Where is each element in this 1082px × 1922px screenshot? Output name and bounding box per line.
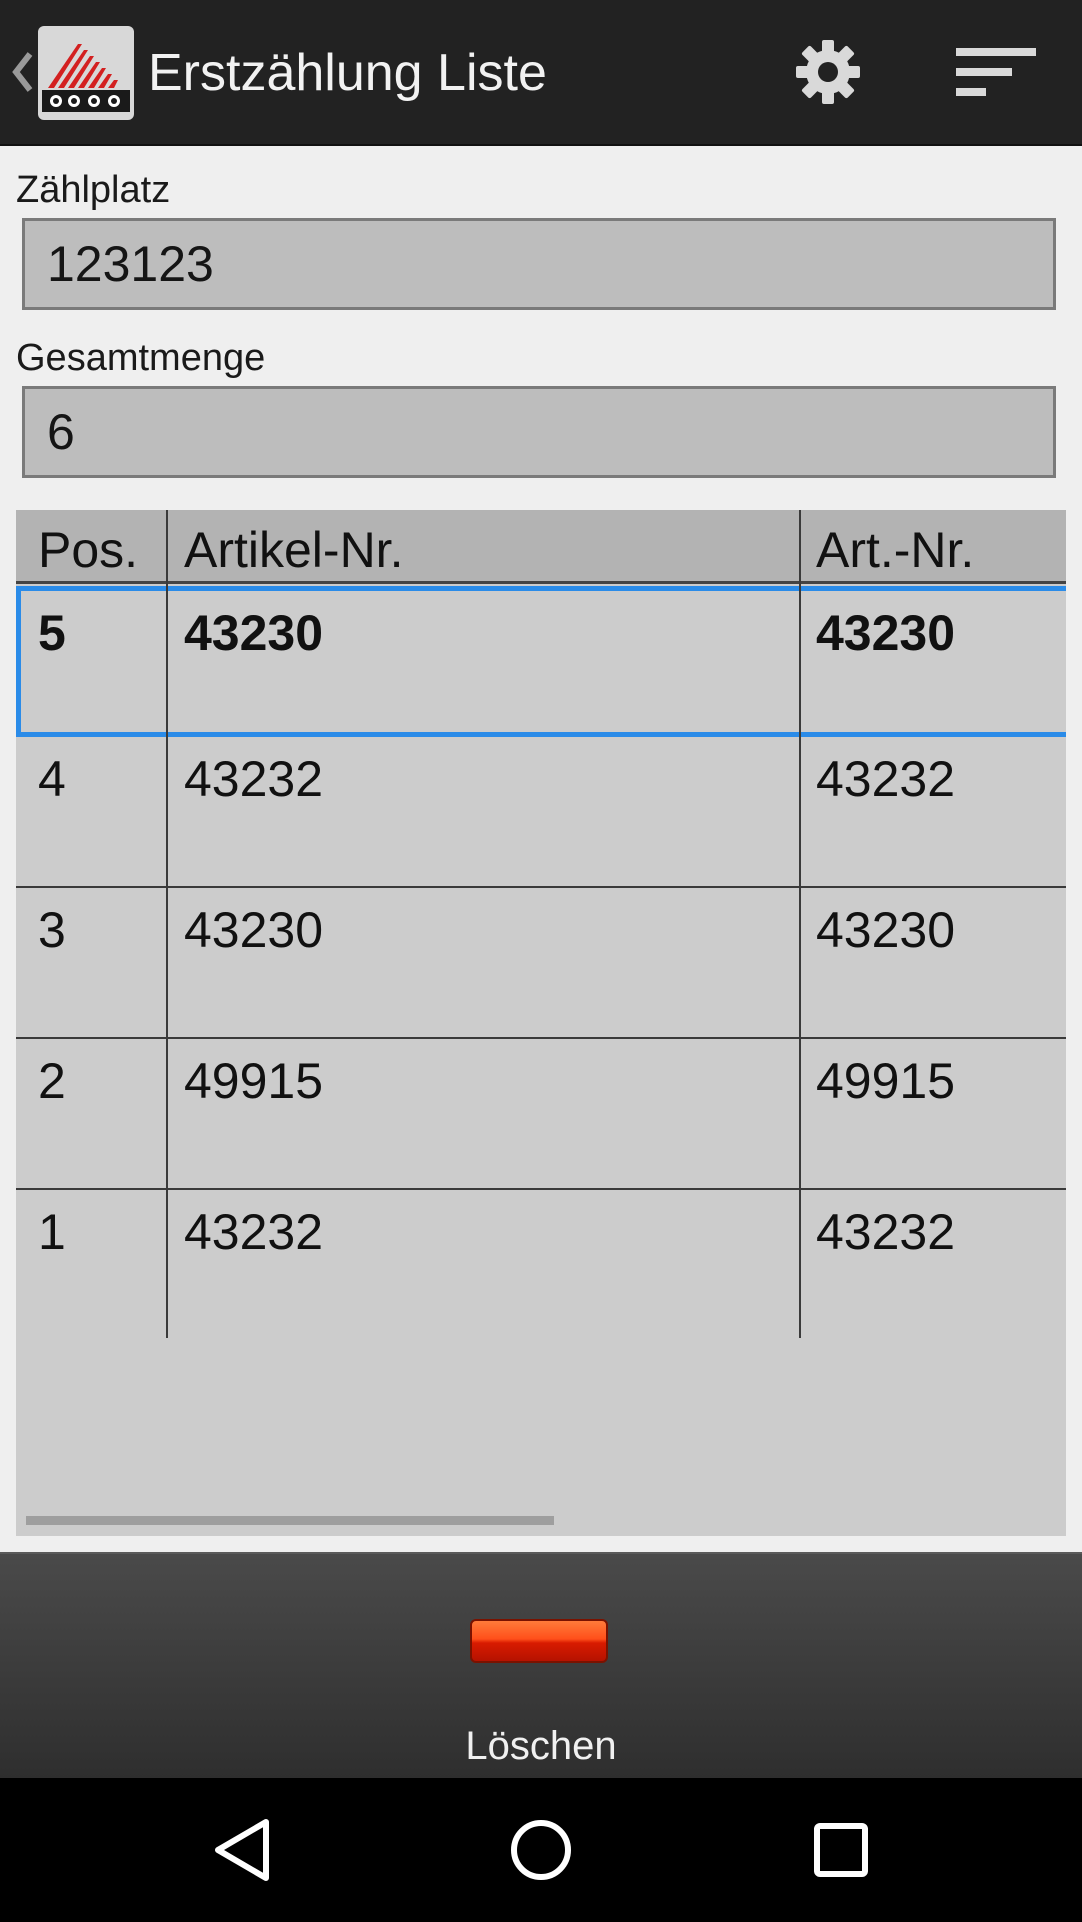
nav-recents-icon[interactable] (805, 1814, 877, 1886)
cell-artikel-nr: 43230 (184, 902, 324, 958)
table-header: Pos. Artikel-Nr. Art.-Nr. (16, 510, 1066, 584)
minus-bar-icon[interactable] (470, 1619, 608, 1663)
column-header-artikel-nr[interactable]: Artikel-Nr. (184, 510, 403, 584)
column-header-art-nr[interactable]: Art.-Nr. (816, 510, 974, 584)
table-row[interactable]: 4 43232 43232 (16, 737, 1066, 888)
cell-pos: 2 (38, 1053, 66, 1109)
nav-home-icon[interactable] (505, 1814, 577, 1886)
table-row[interactable]: 1 43232 43232 (16, 1190, 1066, 1341)
nav-back-icon[interactable] (206, 1814, 278, 1886)
delete-button-label[interactable]: Löschen (0, 1724, 1082, 1769)
cell-pos: 3 (38, 902, 66, 958)
table-row-selected[interactable]: 5 43230 43230 (16, 586, 1066, 737)
cell-art-nr: 43232 (816, 1204, 956, 1260)
table-row[interactable]: 2 49915 49915 (16, 1039, 1066, 1190)
count-table[interactable]: Pos. Artikel-Nr. Art.-Nr. 5 43230 43230 … (16, 510, 1066, 1536)
total-quantity-field[interactable]: 6 (22, 386, 1056, 478)
bottom-toolbar: Löschen (0, 1552, 1082, 1780)
chevron-left-icon[interactable] (8, 44, 36, 100)
sort-lines-icon[interactable] (956, 44, 1036, 102)
table-row[interactable]: 3 43230 43230 (16, 888, 1066, 1039)
cell-pos: 5 (38, 605, 66, 661)
column-header-pos[interactable]: Pos. (38, 510, 138, 584)
cell-art-nr: 49915 (816, 1053, 956, 1109)
cell-art-nr: 43230 (816, 902, 956, 958)
cell-artikel-nr: 43230 (184, 605, 324, 661)
location-field[interactable]: 123123 (22, 218, 1056, 310)
cell-artikel-nr: 43232 (184, 751, 324, 807)
total-quantity-label: Gesamtmenge (16, 337, 266, 379)
cell-art-nr: 43232 (816, 751, 956, 807)
page-title: Erstzählung Liste (148, 44, 547, 102)
cell-art-nr: 43230 (816, 605, 956, 661)
navigation-bar (0, 1778, 1082, 1922)
screen: Erstzählung Liste Zählplatz 123123 Gesam… (0, 0, 1082, 1922)
cell-artikel-nr: 49915 (184, 1053, 324, 1109)
app-logo[interactable] (38, 26, 134, 120)
cell-artikel-nr: 43232 (184, 1204, 324, 1260)
column-divider (799, 510, 801, 1338)
action-bar: Erstzählung Liste (0, 0, 1082, 146)
cell-pos: 4 (38, 751, 66, 807)
column-divider (166, 510, 168, 1338)
horizontal-scrollbar[interactable] (26, 1516, 554, 1525)
cell-pos: 1 (38, 1204, 66, 1260)
location-label: Zählplatz (16, 169, 171, 211)
gear-icon[interactable] (794, 38, 862, 106)
